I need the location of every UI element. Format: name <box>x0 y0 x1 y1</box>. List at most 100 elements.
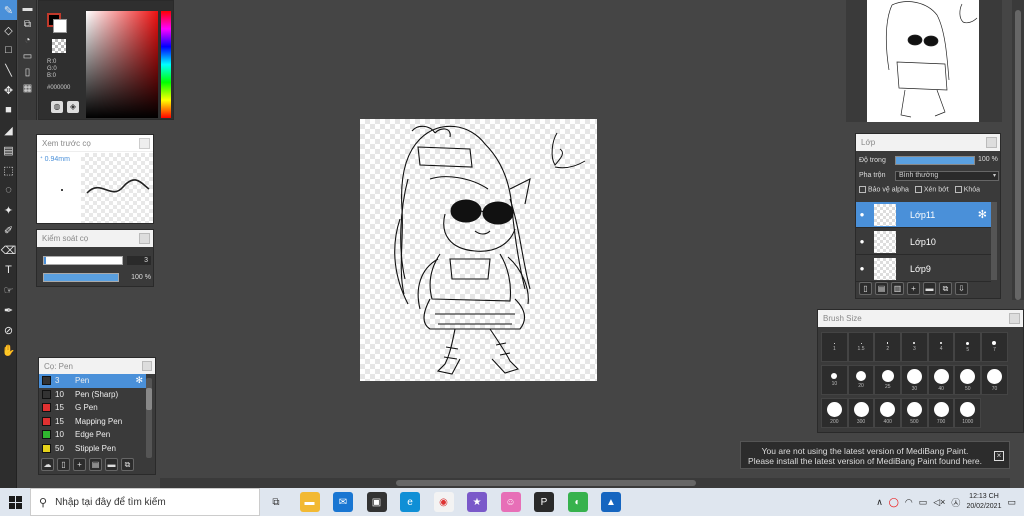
transparent-color-swatch[interactable] <box>52 39 66 53</box>
new-raster-layer-icon[interactable]: ▤ <box>875 282 888 295</box>
close-icon[interactable] <box>139 138 150 149</box>
layer-row[interactable]: ● Lớp9 <box>856 256 991 282</box>
chrome-icon[interactable]: ◉ <box>433 492 454 512</box>
color-set-icon[interactable]: ◈ <box>67 101 79 113</box>
brush-item[interactable]: 50 Stipple Pen <box>39 442 146 456</box>
blend-mode-select[interactable]: Bình thường ▾ <box>895 171 999 181</box>
add-brush-icon[interactable]: + <box>73 458 86 471</box>
lasso-tool-icon[interactable]: ◌ <box>0 180 17 200</box>
chevron-up-icon[interactable]: ∧ <box>876 497 883 508</box>
store-icon[interactable]: ▣ <box>366 492 387 512</box>
brush-size-option[interactable]: 1000 <box>954 398 982 428</box>
gear-icon[interactable]: ✻ <box>135 375 143 386</box>
photos-icon[interactable]: ▲ <box>601 492 621 512</box>
duplicate-icon[interactable]: ⧉ <box>121 458 134 471</box>
close-icon[interactable] <box>142 361 152 371</box>
medibang-icon[interactable]: ◐ <box>567 492 588 512</box>
brush-tool-icon[interactable]: ✎ <box>0 0 17 20</box>
brush-size-option[interactable]: 200 <box>821 398 848 428</box>
grid-icon[interactable]: ▦ <box>18 80 37 96</box>
speech-bubble-icon[interactable]: ◔ <box>18 32 37 48</box>
brush-size-option[interactable]: 20 <box>847 365 875 395</box>
lock-checkbox[interactable]: Khóa <box>954 186 980 193</box>
start-button[interactable] <box>0 488 30 516</box>
edge-icon[interactable]: e <box>400 492 420 512</box>
duplicate-layer-icon[interactable]: ⧉ <box>939 282 952 295</box>
brush-size-option[interactable]: 2 <box>874 332 902 362</box>
brush-size-option[interactable]: 1.5 <box>847 332 875 362</box>
bucket-tool-icon[interactable]: ◢ <box>0 120 17 140</box>
visibility-icon[interactable]: ● <box>856 237 868 246</box>
brush-size-option[interactable]: 50 <box>954 365 982 395</box>
folder-icon[interactable]: ▬ <box>105 458 118 471</box>
gear-icon[interactable]: ✻ <box>978 208 987 221</box>
brush-item[interactable]: 15 Mapping Pen <box>39 415 146 429</box>
close-icon[interactable] <box>139 233 150 244</box>
magic-wand-icon[interactable]: ✦ <box>0 200 17 220</box>
opera-icon[interactable]: ◯ <box>889 497 899 508</box>
merge-layer-icon[interactable]: ⇩ <box>955 282 968 295</box>
vertical-scrollbar[interactable] <box>1012 0 1024 300</box>
move-tool-icon[interactable]: ✥ <box>0 80 17 100</box>
eraser-tool-icon[interactable]: ◇ <box>0 20 17 40</box>
brush-size-option[interactable]: 7 <box>981 332 1008 362</box>
horizontal-scrollbar[interactable] <box>160 478 1010 488</box>
brush-size-slider[interactable] <box>43 256 123 265</box>
brush-size-option[interactable]: 1 <box>821 332 848 362</box>
layer-folder-icon[interactable]: ▬ <box>923 282 936 295</box>
brush-size-option[interactable]: 700 <box>927 398 955 428</box>
brush-opacity-slider[interactable] <box>43 273 119 282</box>
close-icon[interactable]: × <box>994 451 1004 461</box>
brush-size-option[interactable]: 4 <box>927 332 955 362</box>
taskbar-search[interactable]: ⚲ Nhập tại đây để tìm kiếm <box>30 488 260 516</box>
mail-icon[interactable]: ✉ <box>333 492 353 512</box>
brush-size-option[interactable]: 25 <box>874 365 902 395</box>
brush-item[interactable]: 10 Edge Pen <box>39 428 146 442</box>
task-view-icon[interactable]: ⧉ <box>266 492 286 512</box>
protect-alpha-checkbox[interactable]: Bảo vệ alpha <box>859 186 909 193</box>
layer-row[interactable]: ● Lớp10 <box>856 229 991 255</box>
settings-page-icon[interactable]: ▤ <box>89 458 102 471</box>
volume-icon[interactable]: ◁× <box>933 497 945 508</box>
new-brush-icon[interactable]: ▯ <box>57 458 70 471</box>
navigator-thumbnail[interactable] <box>867 0 979 122</box>
cloud-icon[interactable]: ☁ <box>41 458 54 471</box>
brush-size-value[interactable]: 3 <box>127 256 151 265</box>
brush-size-option[interactable]: 400 <box>874 398 902 428</box>
fill-rect-icon[interactable]: ■ <box>0 100 17 120</box>
hand-tool-icon[interactable]: ✋ <box>0 340 17 360</box>
pou-icon[interactable]: P <box>534 492 554 512</box>
brush-panel-icon[interactable]: ▬ <box>18 0 37 16</box>
brush-list-scrollbar[interactable] <box>146 378 152 458</box>
select-eraser-icon[interactable]: ⌫ <box>0 240 17 260</box>
brush-size-option[interactable]: 40 <box>927 365 955 395</box>
layer-list-scrollbar[interactable] <box>991 202 997 280</box>
brush-size-option[interactable]: 3 <box>901 332 928 362</box>
select-tool-icon[interactable]: ⬚ <box>0 160 17 180</box>
new-layer-icon[interactable]: ▯ <box>859 282 872 295</box>
add-layer-menu-icon[interactable]: + <box>907 282 920 295</box>
layer-opacity-slider[interactable] <box>895 156 975 165</box>
palette-icon[interactable]: ◍ <box>51 101 63 113</box>
text-tool-icon[interactable]: T <box>0 260 17 280</box>
visibility-icon[interactable]: ● <box>856 210 868 219</box>
clipping-checkbox[interactable]: Xén bớt <box>914 186 949 193</box>
background-color-swatch[interactable] <box>53 19 67 33</box>
brush-size-option[interactable]: 500 <box>901 398 928 428</box>
layer-row[interactable]: ● Lớp11 ✻ <box>856 202 991 228</box>
brush-size-option[interactable]: 10 <box>821 365 848 395</box>
language-icon[interactable]: ㉦ <box>951 496 960 509</box>
new-halftone-layer-icon[interactable]: ▥ <box>891 282 904 295</box>
game-app-icon[interactable]: ☺ <box>500 492 521 512</box>
brush-size-option[interactable]: 70 <box>981 365 1008 395</box>
file-explorer-icon[interactable]: ▬ <box>299 492 320 512</box>
clock[interactable]: 12:13 CH 20/02/2021 <box>966 492 1001 512</box>
rectangle-select-icon[interactable]: □ <box>0 40 17 60</box>
close-icon[interactable] <box>986 137 997 148</box>
text-bubble-icon[interactable]: ▭ <box>18 48 37 64</box>
eyedropper-icon[interactable]: ✒ <box>0 300 17 320</box>
operation-tool-icon[interactable]: ☞ <box>0 280 17 300</box>
brush-size-option[interactable]: 30 <box>901 365 928 395</box>
battery-icon[interactable]: ▭ <box>919 497 928 508</box>
update-notification[interactable]: You are not using the latest version of … <box>740 441 1010 469</box>
